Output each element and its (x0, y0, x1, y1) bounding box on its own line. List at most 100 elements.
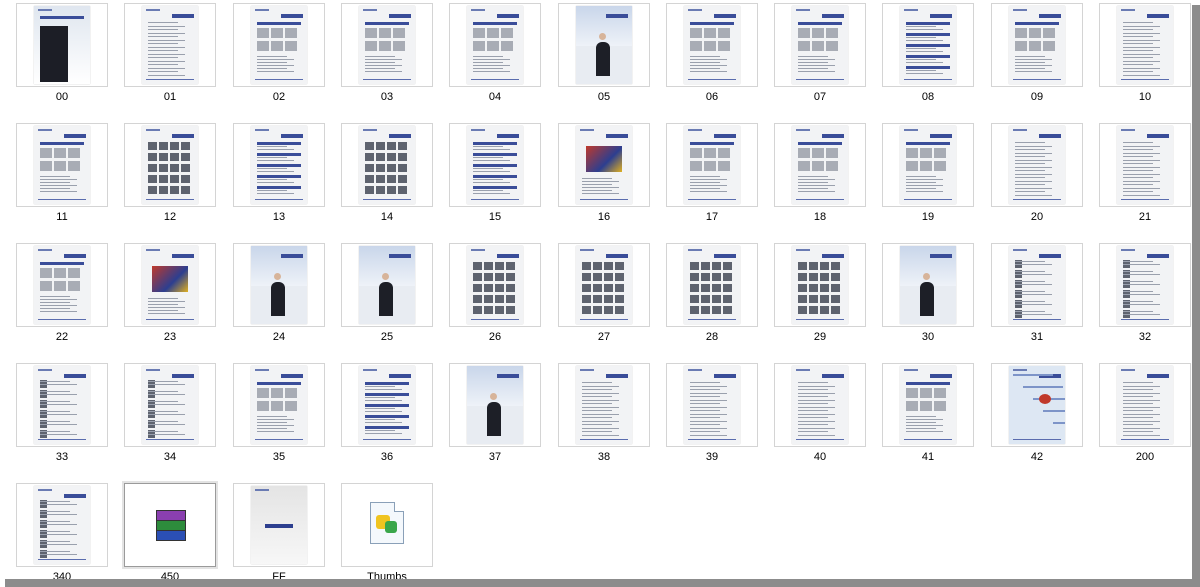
file-item[interactable]: 08 (882, 3, 974, 111)
section-bar (365, 382, 409, 385)
file-item[interactable]: 42 (991, 363, 1083, 471)
file-thumbnail[interactable] (124, 483, 216, 567)
text-line (1123, 434, 1160, 436)
file-thumbnail[interactable] (558, 243, 650, 327)
file-item[interactable]: 340 (16, 483, 108, 579)
file-thumbnail[interactable] (233, 363, 325, 447)
file-item[interactable]: 28 (666, 243, 758, 351)
file-thumbnail[interactable] (341, 363, 433, 447)
file-item[interactable]: 30 (882, 243, 974, 351)
file-item[interactable]: 07 (774, 3, 866, 111)
file-item[interactable]: 14 (341, 123, 433, 231)
file-item[interactable]: 450 (124, 483, 216, 579)
file-item[interactable]: Thumbs (341, 483, 433, 579)
file-thumbnail[interactable] (124, 243, 216, 327)
file-thumbnail[interactable] (666, 3, 758, 87)
file-thumbnail[interactable] (341, 123, 433, 207)
file-item[interactable]: 39 (666, 363, 758, 471)
file-thumbnail[interactable] (1099, 3, 1191, 87)
file-thumbnail[interactable] (16, 363, 108, 447)
file-item[interactable]: 20 (991, 123, 1083, 231)
file-item[interactable]: 34 (124, 363, 216, 471)
file-thumbnail[interactable] (558, 363, 650, 447)
file-thumbnail[interactable] (449, 243, 541, 327)
file-thumbnail[interactable] (558, 123, 650, 207)
file-item[interactable]: 01 (124, 3, 216, 111)
file-item[interactable]: 21 (1099, 123, 1191, 231)
file-item[interactable]: 15 (449, 123, 541, 231)
file-item[interactable]: 25 (341, 243, 433, 351)
file-item[interactable]: 16 (558, 123, 650, 231)
file-item[interactable]: 18 (774, 123, 866, 231)
file-thumbnail[interactable] (882, 363, 974, 447)
file-item[interactable]: 13 (233, 123, 325, 231)
file-item[interactable]: 17 (666, 123, 758, 231)
file-item[interactable]: 02 (233, 3, 325, 111)
file-thumbnail[interactable] (233, 243, 325, 327)
file-item[interactable]: 12 (124, 123, 216, 231)
file-thumbnail[interactable] (124, 363, 216, 447)
file-item[interactable]: 23 (124, 243, 216, 351)
file-thumbnail[interactable] (991, 123, 1083, 207)
file-item[interactable]: 37 (449, 363, 541, 471)
file-item[interactable]: 09 (991, 3, 1083, 111)
file-thumbnail[interactable] (16, 3, 108, 87)
file-thumbnail[interactable] (16, 243, 108, 327)
file-thumbnail[interactable] (16, 483, 108, 567)
file-thumbnail[interactable] (882, 243, 974, 327)
file-item[interactable]: 31 (991, 243, 1083, 351)
text-line (1123, 64, 1153, 65)
file-thumbnail[interactable] (124, 123, 216, 207)
file-thumbnail[interactable] (666, 123, 758, 207)
file-thumbnail[interactable] (666, 363, 758, 447)
file-thumbnail[interactable] (233, 483, 325, 567)
file-item[interactable]: 22 (16, 243, 108, 351)
file-thumbnail[interactable] (341, 3, 433, 87)
file-item[interactable]: 35 (233, 363, 325, 471)
file-thumbnail[interactable] (882, 3, 974, 87)
file-thumbnail[interactable] (991, 3, 1083, 87)
file-thumbnail[interactable] (774, 363, 866, 447)
file-item[interactable]: 24 (233, 243, 325, 351)
file-item[interactable]: 11 (16, 123, 108, 231)
file-thumbnail[interactable] (341, 243, 433, 327)
text-line (1123, 177, 1153, 178)
file-item[interactable]: 32 (1099, 243, 1191, 351)
file-thumbnail[interactable] (558, 3, 650, 87)
file-item[interactable]: 10 (1099, 3, 1191, 111)
file-thumbnail[interactable] (774, 243, 866, 327)
file-thumbnail[interactable] (666, 243, 758, 327)
file-thumbnail[interactable] (341, 483, 433, 567)
file-thumbnail[interactable] (233, 3, 325, 87)
file-thumbnail[interactable] (774, 3, 866, 87)
file-thumbnail[interactable] (1099, 123, 1191, 207)
file-thumbnail[interactable] (882, 123, 974, 207)
file-item[interactable]: 19 (882, 123, 974, 231)
file-thumbnail[interactable] (449, 3, 541, 87)
file-item[interactable]: 00 (16, 3, 108, 111)
file-thumbnail[interactable] (1099, 363, 1191, 447)
file-item[interactable]: 06 (666, 3, 758, 111)
file-item[interactable]: 38 (558, 363, 650, 471)
file-item[interactable]: 05 (558, 3, 650, 111)
file-item[interactable]: 03 (341, 3, 433, 111)
file-thumbnail[interactable] (124, 3, 216, 87)
file-thumbnail[interactable] (1099, 243, 1191, 327)
file-thumbnail[interactable] (991, 363, 1083, 447)
file-item[interactable]: 26 (449, 243, 541, 351)
file-item[interactable]: 29 (774, 243, 866, 351)
file-item[interactable]: 36 (341, 363, 433, 471)
file-thumbnail[interactable] (449, 123, 541, 207)
file-thumbnail[interactable] (233, 123, 325, 207)
file-thumbnail[interactable] (449, 363, 541, 447)
file-thumbnail[interactable] (16, 123, 108, 207)
file-item[interactable]: 04 (449, 3, 541, 111)
file-item[interactable]: FF (233, 483, 325, 579)
file-thumbnail[interactable] (774, 123, 866, 207)
file-item[interactable]: 27 (558, 243, 650, 351)
file-item[interactable]: 41 (882, 363, 974, 471)
file-item[interactable]: 40 (774, 363, 866, 471)
file-thumbnail[interactable] (991, 243, 1083, 327)
file-item[interactable]: 33 (16, 363, 108, 471)
file-item[interactable]: 200 (1099, 363, 1191, 471)
